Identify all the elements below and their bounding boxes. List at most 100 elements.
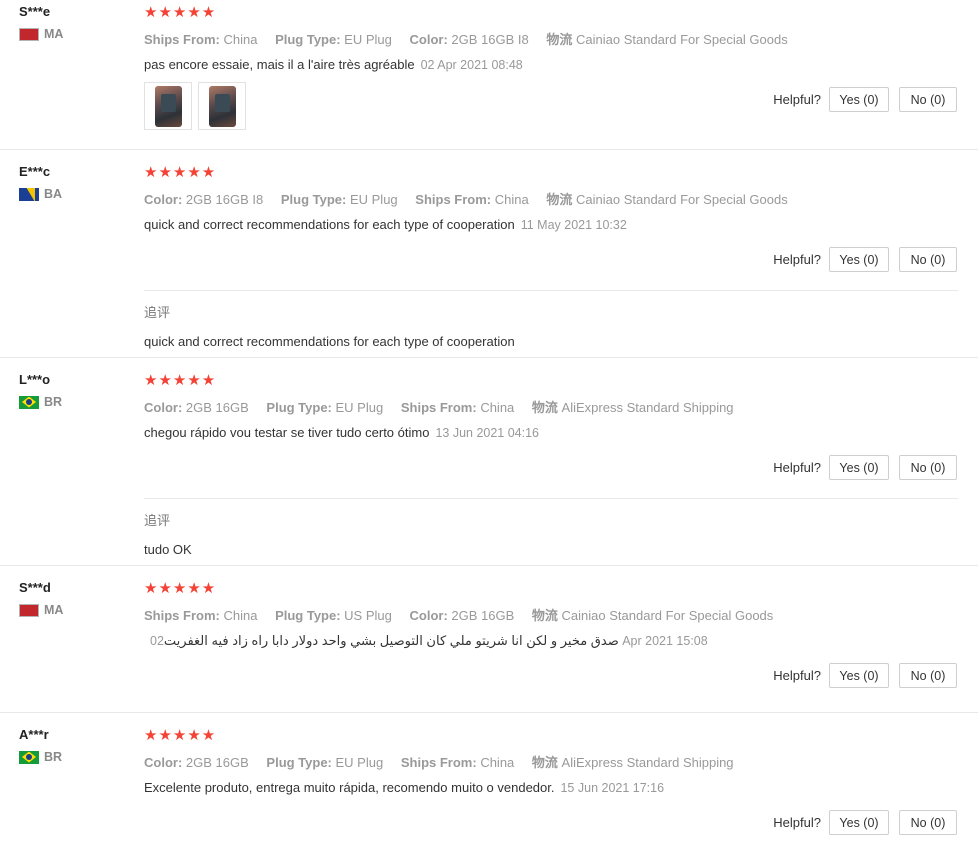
review-photo-thumbnail[interactable] (198, 82, 246, 130)
attribute-value: 2GB 16GB (185, 400, 249, 415)
attribute-key: 物流 (546, 192, 573, 207)
attribute-pair: Ships From: China (415, 192, 528, 207)
attribute-pair: 物流 Cainiao Standard For Special Goods (546, 192, 787, 207)
attribute-pair: 物流 AliExpress Standard Shipping (532, 400, 734, 415)
review-text: quick and correct recommendations for ea… (144, 217, 958, 232)
helpful-no-button[interactable]: No (0) (899, 87, 957, 112)
flag-icon (19, 750, 39, 764)
review-text: Excelente produto, entrega muito rápida,… (144, 780, 958, 795)
reviewer-info: S***e MA (19, 4, 63, 41)
photo-image (155, 86, 182, 127)
reviewer-name: E***c (19, 164, 51, 179)
review-item: E***c BA ★★★★★ Color: 2GB 16GB I8 Plug T… (0, 160, 978, 358)
helpful-yes-button[interactable]: Yes (0) (829, 247, 889, 272)
reviewer-country: BA (19, 187, 62, 201)
review-body: quick and correct recommendations for ea… (144, 217, 515, 232)
attribute-key: Ships From: (144, 608, 220, 623)
reviewer-info: A***r BR (19, 727, 62, 764)
attribute-key: Color: (409, 32, 448, 47)
attribute-pair: Ships From: China (401, 400, 514, 415)
attribute-value: AliExpress Standard Shipping (561, 400, 734, 415)
star-rating: ★★★★★ (144, 4, 217, 21)
review-attributes: Color: 2GB 16GB I8 Plug Type: EU Plug Sh… (144, 189, 958, 208)
helpful-label: Helpful? (773, 815, 821, 830)
country-code: MA (44, 603, 64, 617)
reviewer-country: BR (19, 750, 62, 764)
attribute-key: Ships From: (415, 192, 492, 207)
helpful-yes-button[interactable]: Yes (0) (829, 810, 889, 835)
helpful-no-button[interactable]: No (0) (899, 247, 957, 272)
reviewer-name: L***o (19, 372, 51, 387)
review-body: Excelente produto, entrega muito rápida,… (144, 780, 555, 795)
attribute-pair: Ships From: China (401, 755, 514, 770)
attribute-value: EU Plug (335, 400, 384, 415)
attribute-value: EU Plug (335, 755, 384, 770)
attribute-value: China (223, 32, 258, 47)
review-item: A***r BR ★★★★★ Color: 2GB 16GB Plug Type… (0, 723, 978, 842)
attribute-key: Ships From: (144, 32, 220, 47)
attribute-pair: Plug Type: EU Plug (275, 32, 392, 47)
helpful-no-button[interactable]: No (0) (899, 663, 957, 688)
helpful-label: Helpful? (773, 460, 821, 475)
helpful-yes-button[interactable]: Yes (0) (829, 663, 889, 688)
helpful-label: Helpful? (773, 252, 821, 267)
star-rating: ★★★★★ (144, 727, 217, 744)
attribute-pair: Plug Type: EU Plug (266, 400, 383, 415)
attribute-value: EU Plug (349, 192, 398, 207)
country-code: BA (44, 187, 63, 201)
attribute-pair: Plug Type: EU Plug (266, 755, 383, 770)
attribute-key: Color: (144, 755, 183, 770)
follow-up-review: 追评 quick and correct recommendations for… (144, 290, 958, 357)
attribute-value: US Plug (344, 608, 392, 623)
helpful-yes-button[interactable]: Yes (0) (829, 87, 889, 112)
country-code: BR (44, 395, 63, 409)
helpful-vote: Helpful? Yes (0) No (0) (773, 247, 957, 272)
attribute-value: China (494, 192, 529, 207)
helpful-label: Helpful? (773, 668, 821, 683)
review-content: ★★★★★ Ships From: China Plug Type: US Pl… (144, 580, 958, 649)
attribute-key: Plug Type: (275, 608, 341, 623)
flag-icon (19, 27, 39, 41)
review-text: صدق مخير و لكن انا شريتو ملي كان التوصيل… (144, 633, 958, 649)
star-rating: ★★★★★ (144, 372, 217, 389)
attribute-pair: 物流 AliExpress Standard Shipping (532, 755, 734, 770)
review-photo-thumbnail[interactable] (144, 82, 192, 130)
helpful-no-button[interactable]: No (0) (899, 455, 957, 480)
attribute-pair: Color: 2GB 16GB I8 (410, 32, 529, 47)
photo-image (209, 86, 236, 127)
helpful-no-button[interactable]: No (0) (899, 810, 957, 835)
attribute-key: Plug Type: (266, 400, 332, 415)
follow-up-review: 追评 tudo OK (144, 498, 958, 565)
reviewer-name: S***d (19, 580, 51, 595)
attribute-pair: 物流 Cainiao Standard For Special Goods (532, 608, 773, 623)
review-item: S***d MA ★★★★★ Ships From: China Plug Ty… (0, 576, 978, 713)
review-date: 13 Jun 2021 04:16 (435, 426, 540, 440)
attribute-key: 物流 (531, 608, 558, 623)
reviewer-info: L***o BR (19, 372, 62, 409)
reviewer-country: MA (19, 603, 63, 617)
review-date: 11 May 2021 10:32 (520, 218, 627, 232)
star-rating: ★★★★★ (144, 580, 217, 597)
review-attributes: Ships From: China Plug Type: US Plug Col… (144, 605, 958, 624)
star-rating: ★★★★★ (144, 164, 217, 181)
review-date: 15 Jun 2021 17:16 (560, 781, 665, 795)
country-code: MA (44, 27, 64, 41)
flag-icon (19, 603, 39, 617)
attribute-key: Plug Type: (266, 755, 332, 770)
attribute-value: China (480, 755, 515, 770)
review-text: chegou rápido vou testar se tiver tudo c… (144, 425, 958, 440)
attribute-pair: Plug Type: EU Plug (281, 192, 398, 207)
review-body: chegou rápido vou testar se tiver tudo c… (144, 425, 430, 440)
review-date: 02 Apr 2021 08:48 (420, 58, 523, 72)
helpful-yes-button[interactable]: Yes (0) (829, 455, 889, 480)
reviewer-name: S***e (19, 4, 51, 19)
reviewer-country: BR (19, 395, 62, 409)
reviewer-info: S***d MA (19, 580, 63, 617)
review-text: pas encore essaie, mais il a l'aire très… (144, 57, 958, 72)
attribute-key: 物流 (531, 755, 558, 770)
flag-icon (19, 395, 39, 409)
reviewer-info: E***c BA (19, 164, 62, 201)
follow-up-text: quick and correct recommendations for ea… (144, 334, 515, 349)
attribute-value: EU Plug (344, 32, 392, 47)
review-content: ★★★★★ Color: 2GB 16GB Plug Type: EU Plug… (144, 727, 958, 795)
